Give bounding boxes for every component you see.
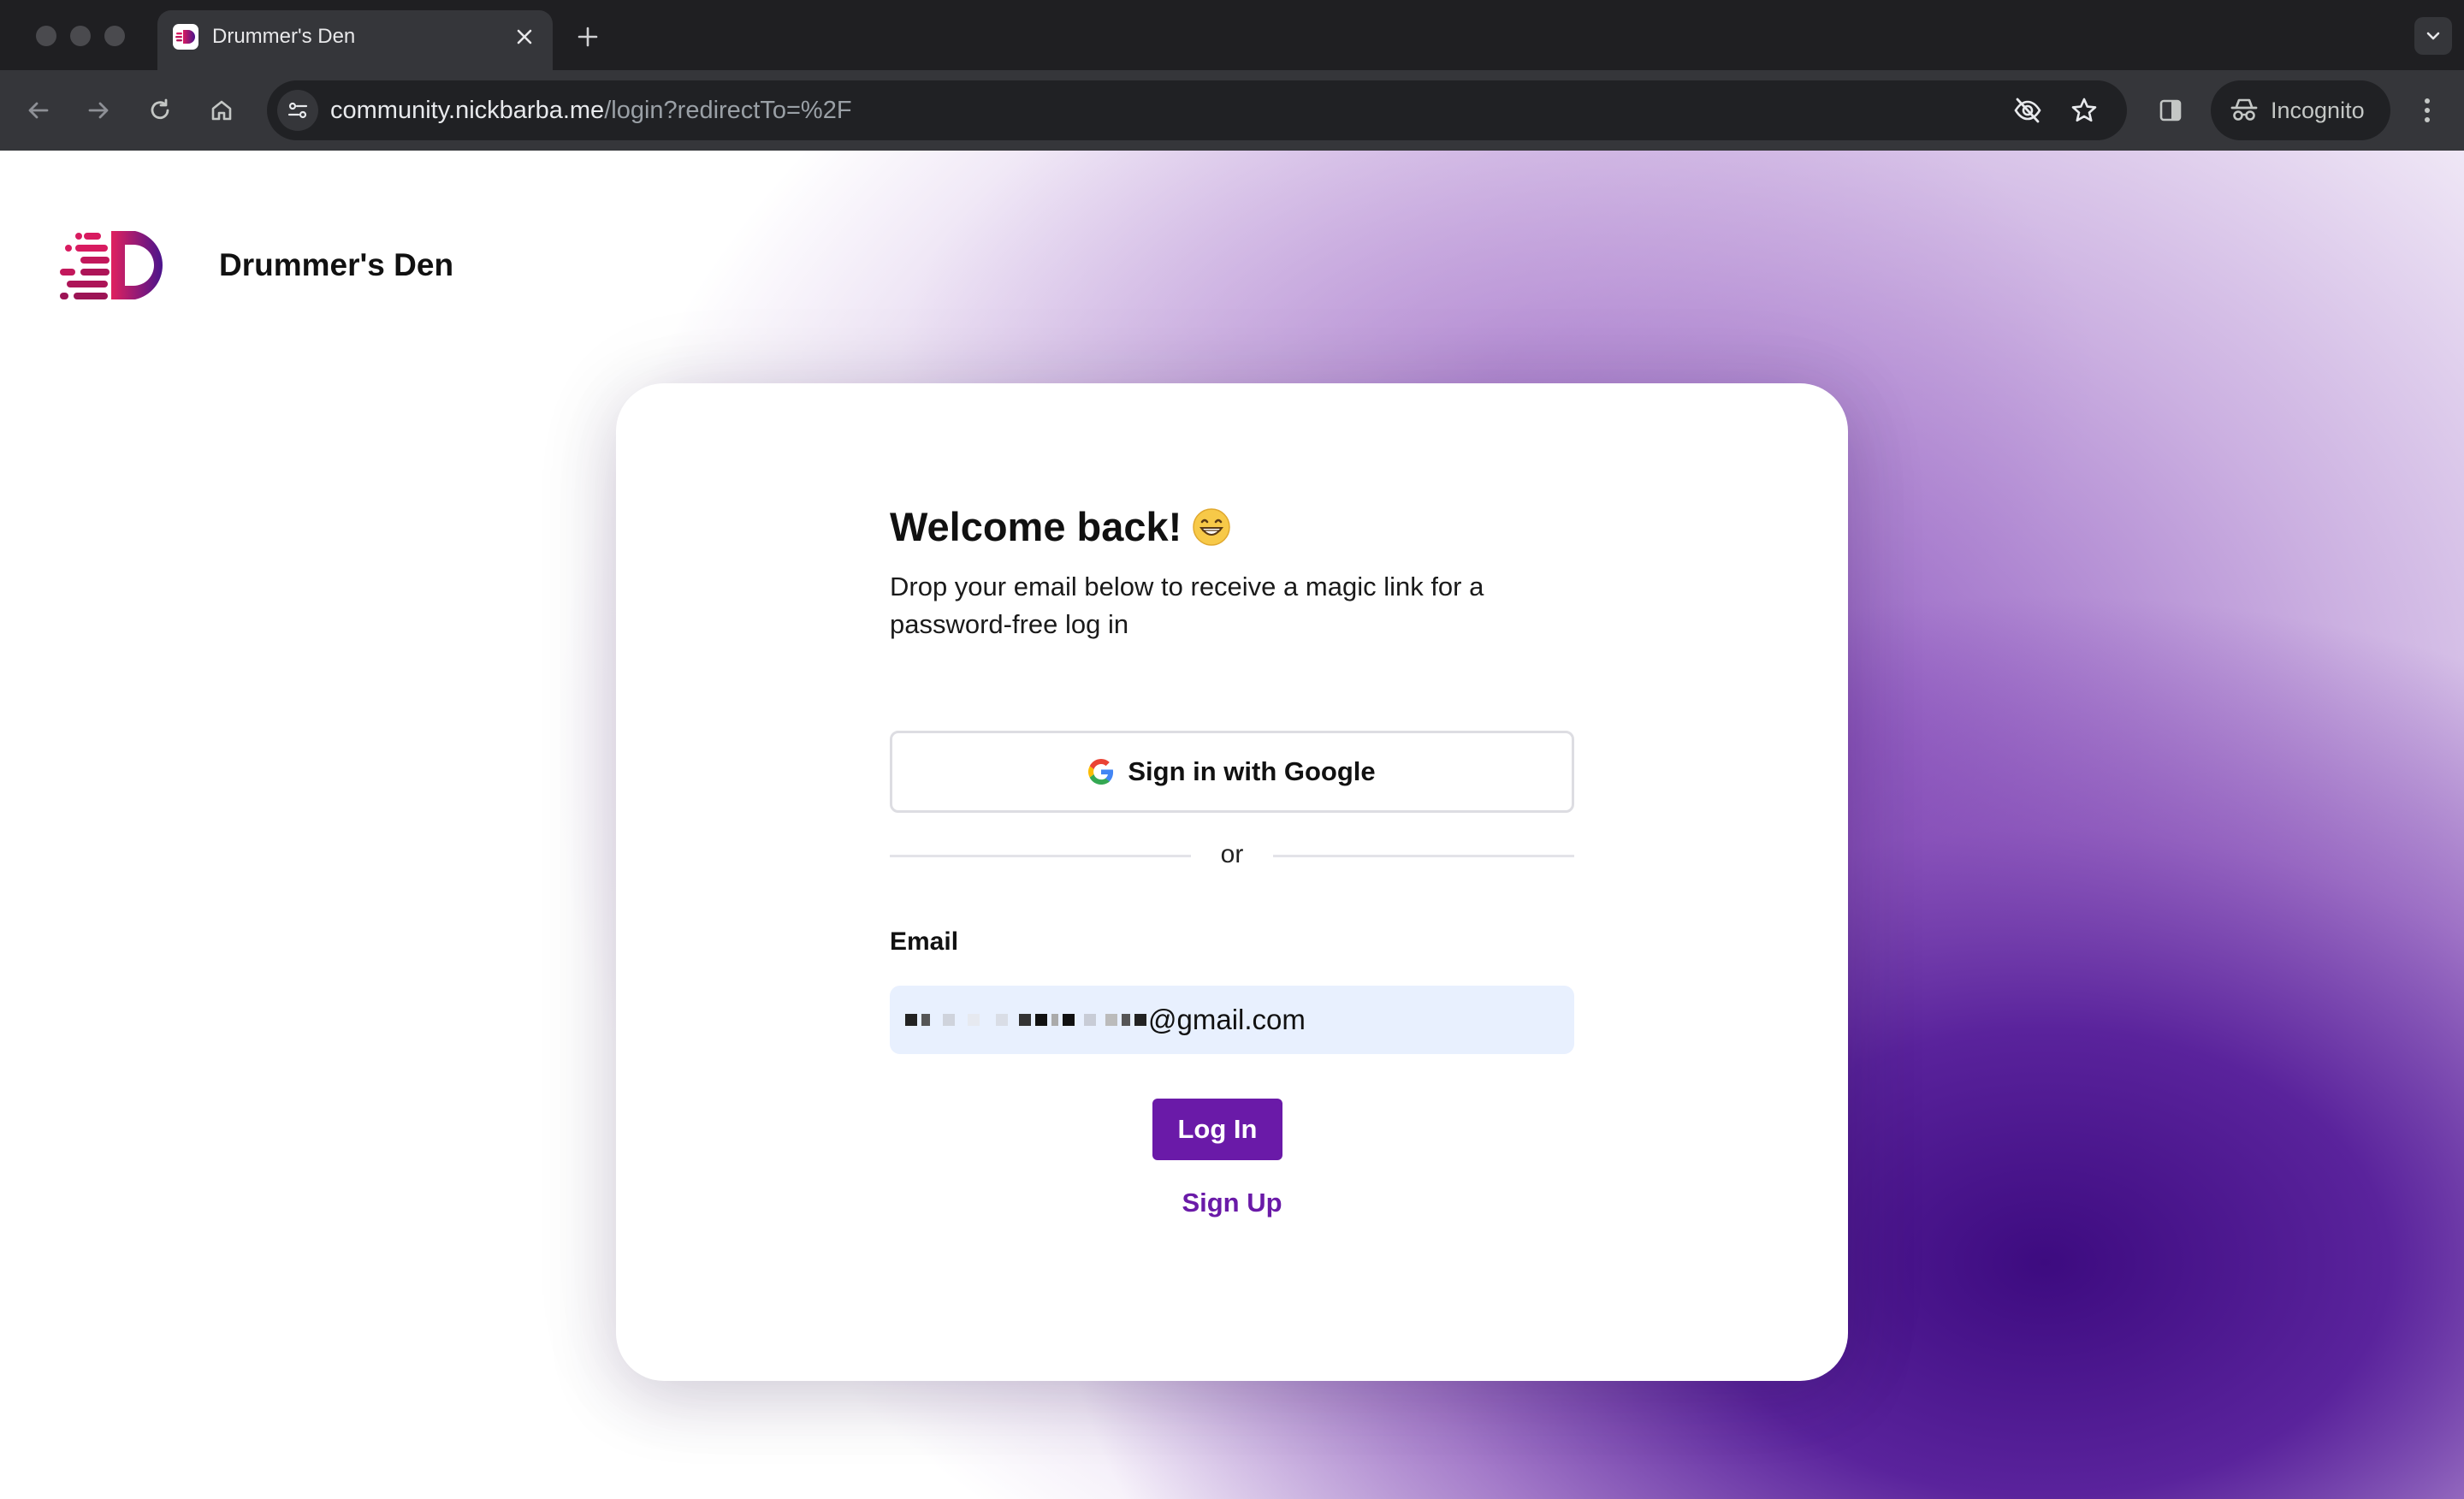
- eye-off-icon[interactable]: [2009, 92, 2046, 129]
- address-bar[interactable]: community.nickbarba.me/login?redirectTo=…: [267, 80, 2127, 140]
- drummers-den-logo-icon[interactable]: [58, 229, 178, 301]
- bookmark-star-icon[interactable]: [2065, 92, 2103, 129]
- sign-up-link[interactable]: Sign Up: [890, 1188, 1574, 1218]
- or-divider: or: [890, 837, 1574, 874]
- welcome-heading-text: Welcome back!: [890, 504, 1182, 549]
- login-form: Welcome back! Drop your email below to r…: [890, 503, 1574, 1218]
- page-viewport: Drummer's Den Welcome back! Drop your em…: [0, 151, 2464, 1499]
- window-minimize-button[interactable]: [70, 26, 91, 46]
- browser-toolbar: community.nickbarba.me/login?redirectTo=…: [0, 70, 2464, 151]
- incognito-label: Incognito: [2271, 97, 2365, 123]
- email-value: @gmail.com: [1148, 1004, 1306, 1035]
- incognito-icon: [2230, 98, 2258, 121]
- google-g-icon: [1088, 759, 1114, 785]
- site-favicon-icon: [173, 24, 198, 50]
- site-info-tune-icon[interactable]: [277, 90, 318, 131]
- reload-icon[interactable]: [140, 91, 180, 130]
- brand-name[interactable]: Drummer's Den: [219, 246, 453, 284]
- login-subtitle: Drop your email below to receive a magic…: [890, 572, 1484, 639]
- incognito-indicator[interactable]: Incognito: [2211, 80, 2390, 140]
- redacted-email-local-part: [905, 1014, 1146, 1026]
- url-host: community.nickbarba.me: [330, 97, 605, 124]
- window-zoom-button[interactable]: [104, 26, 125, 46]
- forward-arrow-icon[interactable]: [79, 91, 118, 130]
- welcome-heading: Welcome back!: [890, 503, 1574, 551]
- url-path: /login?redirectTo=%2F: [604, 97, 852, 124]
- log-in-button[interactable]: Log In: [1152, 1099, 1282, 1160]
- grinning-face-emoji-icon: [1193, 508, 1231, 546]
- browser-tab-active[interactable]: Drummer's Den: [157, 10, 553, 70]
- email-input[interactable]: @gmail.com: [890, 986, 1574, 1054]
- email-label: Email: [890, 927, 959, 956]
- tab-search-chevron-down-icon[interactable]: [2414, 17, 2452, 55]
- new-tab-plus-icon[interactable]: [568, 17, 607, 56]
- browser-tabstrip: Drummer's Den: [0, 0, 2464, 70]
- url-text: community.nickbarba.me/login?redirectTo=…: [330, 97, 852, 124]
- back-arrow-icon[interactable]: [19, 91, 58, 130]
- tab-title: Drummer's Den: [212, 25, 356, 48]
- tab-close-icon[interactable]: [508, 21, 541, 53]
- side-panel-icon[interactable]: [2151, 91, 2190, 130]
- divider-line-right: [1273, 855, 1574, 857]
- login-card: Welcome back! Drop your email below to r…: [616, 383, 1848, 1381]
- home-icon[interactable]: [202, 91, 241, 130]
- window-close-button[interactable]: [36, 26, 56, 46]
- browser-menu-kebab-icon[interactable]: [2408, 91, 2447, 130]
- sign-in-with-google-button[interactable]: Sign in with Google: [890, 731, 1574, 813]
- google-button-label: Sign in with Google: [1128, 756, 1376, 786]
